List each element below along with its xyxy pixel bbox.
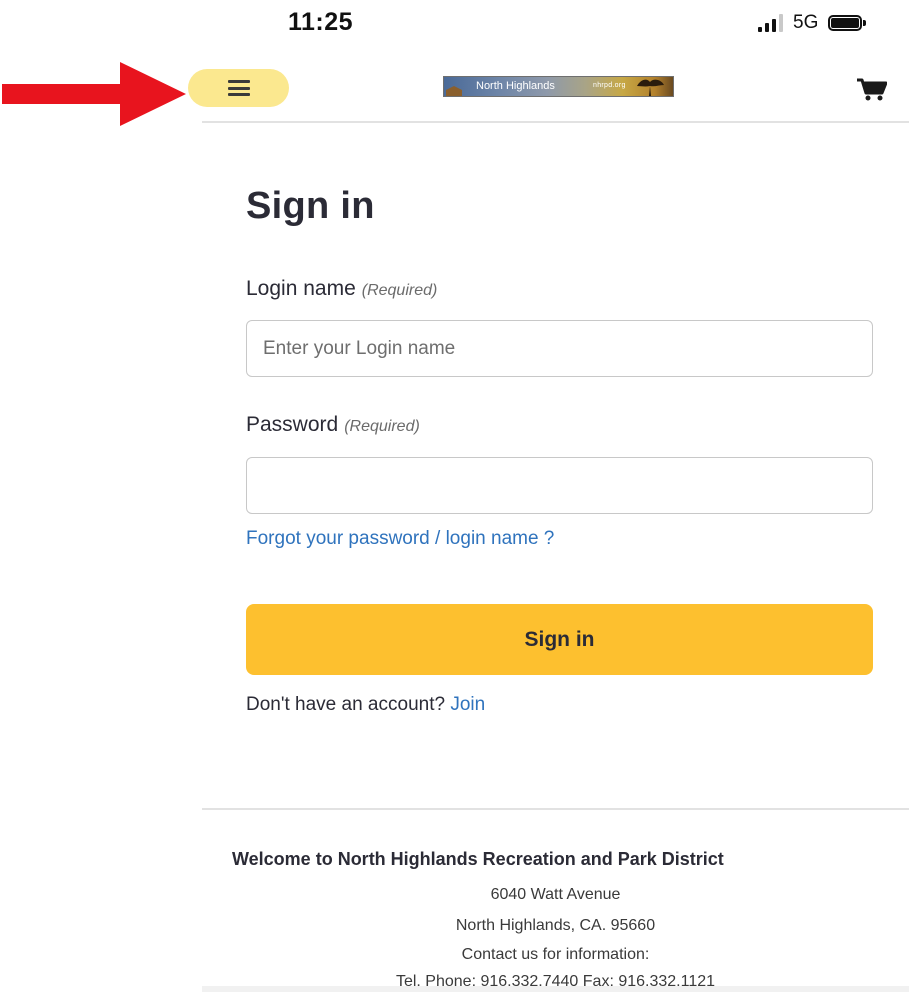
no-account-text: Don't have an account? [246, 694, 446, 715]
sign-in-button[interactable]: Sign in [246, 604, 873, 675]
logo-url: nhrpd.org [593, 82, 626, 89]
forgot-password-link[interactable]: Forgot your password / login name ? [246, 528, 554, 550]
logo-tree-graphic [637, 79, 664, 96]
required-hint: (Required) [361, 282, 438, 299]
footer-contact: Contact us for information: [461, 946, 650, 963]
footer-divider [202, 808, 909, 810]
footer-address-line-2: North Highlands, CA. 95660 [455, 917, 656, 934]
battery-icon [828, 15, 867, 31]
footer-address-line-1: 6040 Watt Avenue [490, 886, 621, 903]
signal-icon [758, 14, 783, 32]
status-time: 11:25 [288, 8, 354, 36]
site-logo[interactable]: North Highlands nhrpd.org [443, 76, 674, 97]
join-link[interactable]: Join [450, 694, 485, 715]
login-name-label: Login name (Required) [246, 277, 437, 301]
login-name-input[interactable] [246, 320, 873, 377]
header-divider [202, 121, 909, 123]
footer-welcome: Welcome to North Highlands Recreation an… [232, 849, 724, 869]
join-prompt: Don't have an account? Join [246, 694, 485, 716]
logo-text: North Highlands [476, 80, 555, 92]
footer-bottom-band [202, 986, 909, 992]
page-title: Sign in [246, 185, 375, 227]
shopping-cart-icon[interactable] [857, 78, 887, 102]
required-hint: (Required) [344, 418, 420, 435]
login-name-label-text: Login name [246, 277, 356, 300]
password-input[interactable] [246, 457, 873, 514]
password-label-text: Password [246, 413, 339, 436]
password-label: Password (Required) [246, 413, 420, 437]
status-indicators: 5G [758, 10, 867, 36]
menu-button[interactable] [188, 69, 289, 107]
red-arrow-icon [2, 62, 186, 126]
logo-house-graphic [446, 86, 462, 96]
network-type: 5G [793, 12, 819, 33]
hamburger-menu-icon [227, 80, 250, 96]
